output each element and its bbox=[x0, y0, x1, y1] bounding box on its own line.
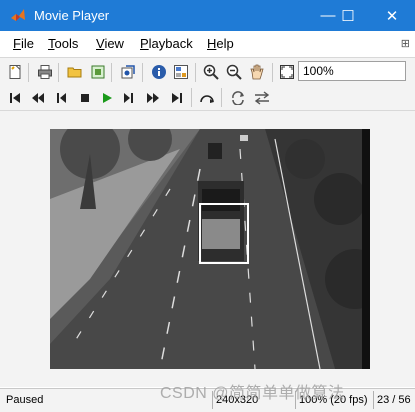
rewind-icon[interactable] bbox=[29, 89, 47, 107]
watermark: CSDN @简简单单做算法 bbox=[160, 385, 345, 402]
maximize-button[interactable]: ☐ bbox=[328, 0, 368, 31]
matlab-logo-icon bbox=[11, 9, 25, 21]
menu-help[interactable]: Help bbox=[207, 36, 234, 51]
zoom-out-icon[interactable] bbox=[225, 63, 243, 81]
zoom-level-field[interactable]: 100% bbox=[298, 61, 406, 81]
video-frame[interactable] bbox=[50, 129, 370, 369]
menu-tools[interactable]: Tools bbox=[48, 36, 78, 51]
pan-hand-icon[interactable] bbox=[248, 63, 266, 81]
play-icon[interactable] bbox=[98, 89, 116, 107]
step-back-icon[interactable] bbox=[52, 89, 70, 107]
window-title: Movie Player bbox=[34, 8, 110, 23]
print-icon[interactable] bbox=[36, 63, 54, 81]
step-forward-icon[interactable] bbox=[120, 89, 138, 107]
menu-playback[interactable]: Playback bbox=[140, 36, 193, 51]
toolbar-separator bbox=[191, 88, 192, 107]
toolbar-separator bbox=[142, 63, 143, 82]
dock-pin-icon[interactable]: ⊞ bbox=[401, 37, 410, 50]
close-button[interactable]: ✕ bbox=[372, 0, 412, 31]
frame-counter: 23 / 56 bbox=[377, 394, 411, 406]
maximize-icon: ☐ bbox=[341, 7, 355, 25]
properties-icon[interactable] bbox=[172, 63, 190, 81]
menu-file[interactable]: File bbox=[13, 36, 34, 51]
playback-direction-icon[interactable] bbox=[253, 89, 271, 107]
fast-forward-icon[interactable] bbox=[144, 89, 162, 107]
status-divider bbox=[373, 391, 374, 409]
go-to-last-icon[interactable] bbox=[168, 89, 186, 107]
stop-icon[interactable] bbox=[76, 89, 94, 107]
export-icon[interactable] bbox=[119, 63, 137, 81]
toolbar-separator bbox=[221, 88, 222, 107]
open-folder-icon[interactable] bbox=[66, 63, 84, 81]
toolbar-separator bbox=[195, 63, 196, 82]
tracking-bounding-box bbox=[199, 203, 249, 264]
jump-to-icon[interactable] bbox=[198, 89, 216, 107]
title-bar[interactable]: Movie Player — ☐ ✕ bbox=[0, 0, 415, 31]
new-document-icon[interactable] bbox=[6, 63, 24, 81]
menu-view[interactable]: View bbox=[96, 36, 124, 51]
toolbar-separator bbox=[58, 63, 59, 82]
go-to-first-icon[interactable] bbox=[6, 89, 24, 107]
menu-bar: File Tools View Playback Help bbox=[0, 31, 415, 57]
playback-state: Paused bbox=[6, 394, 44, 406]
fit-to-window-icon[interactable] bbox=[278, 63, 296, 81]
info-icon[interactable] bbox=[150, 63, 168, 81]
video-viewer bbox=[0, 111, 415, 387]
close-icon: ✕ bbox=[385, 7, 399, 25]
import-icon[interactable] bbox=[89, 63, 107, 81]
playback-toolbar bbox=[0, 86, 415, 111]
zoom-in-icon[interactable] bbox=[202, 63, 220, 81]
toolbar-separator bbox=[272, 63, 273, 82]
toolbar-separator bbox=[111, 63, 112, 82]
toolbar-separator bbox=[28, 63, 29, 82]
loop-icon[interactable] bbox=[229, 89, 247, 107]
